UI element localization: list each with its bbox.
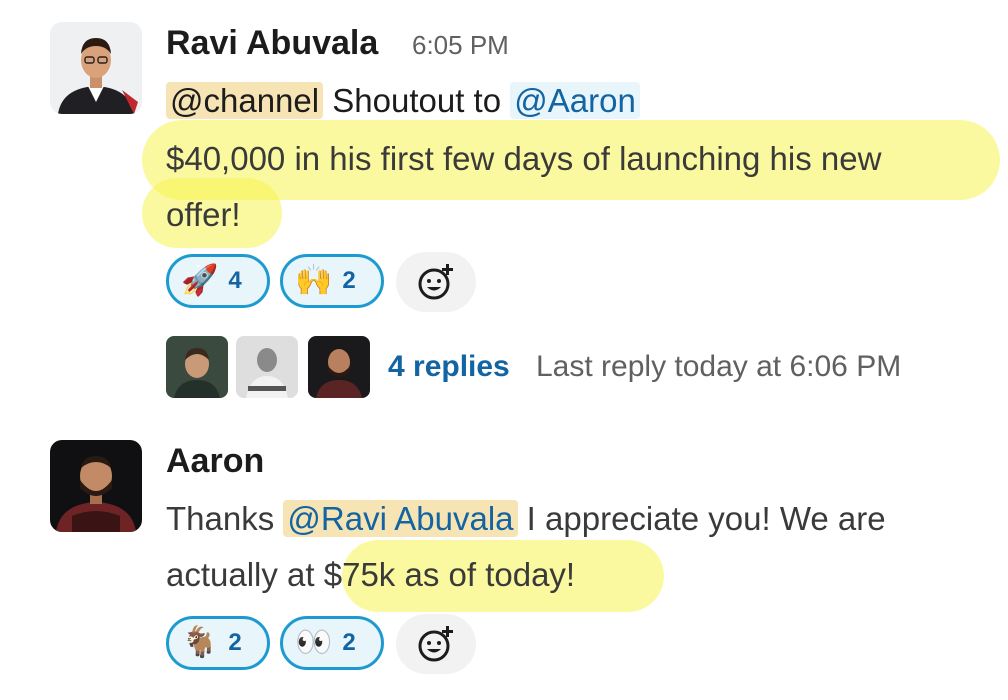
message-line-3: offer! <box>166 196 241 233</box>
author-name[interactable]: Aaron <box>166 442 264 481</box>
goat-emoji: 🐐 <box>181 626 219 659</box>
message-text: Thanks <box>166 500 284 537</box>
message-text: Shoutout to <box>323 82 511 119</box>
add-reaction-button[interactable] <box>396 252 476 312</box>
message-timestamp[interactable]: 6:05 PM <box>412 30 509 61</box>
user-mention[interactable]: @Ravi Abuvala <box>283 500 518 537</box>
reply-avatar[interactable] <box>236 336 298 398</box>
thread-replies-link[interactable]: 4 replies <box>388 350 510 384</box>
message-line-2: actually at $75k as of today! <box>166 556 576 593</box>
reaction-raised-hands[interactable]: 🙌 2 <box>280 254 384 308</box>
avatar[interactable] <box>50 22 142 114</box>
message-line-1: Thanks @Ravi Abuvala I appreciate you! W… <box>166 500 886 537</box>
slack-thread-view: Ravi Abuvala 6:05 PM @channel Shoutout t… <box>0 0 1008 700</box>
rocket-emoji: 🚀 <box>181 264 219 297</box>
reply-avatar-image <box>236 336 298 398</box>
message-line-1: @channel Shoutout to @Aaron <box>166 82 640 119</box>
reply-avatar[interactable] <box>166 336 228 398</box>
reaction-eyes[interactable]: 👀 2 <box>280 616 384 670</box>
reaction-count: 2 <box>228 629 242 656</box>
reaction-rocket[interactable]: 🚀 4 <box>166 254 270 308</box>
message-text: I appreciate you! We are <box>517 500 886 537</box>
message-line-2: $40,000 in his first few days of launchi… <box>166 140 882 177</box>
reply-avatar[interactable] <box>308 336 370 398</box>
add-reaction-button[interactable] <box>396 614 476 674</box>
reply-avatar-image <box>166 336 228 398</box>
channel-mention[interactable]: @channel <box>166 82 324 119</box>
user-mention[interactable]: @Aaron <box>510 82 640 119</box>
avatar-aaron-image <box>50 440 142 532</box>
reaction-goat[interactable]: 🐐 2 <box>166 616 270 670</box>
eyes-emoji: 👀 <box>295 626 333 659</box>
reaction-count: 4 <box>228 267 242 294</box>
add-emoji-icon <box>418 626 453 662</box>
last-reply-timestamp: Last reply today at 6:06 PM <box>536 350 902 383</box>
author-name[interactable]: Ravi Abuvala <box>166 24 378 63</box>
add-emoji-icon <box>418 264 453 300</box>
reaction-count: 2 <box>342 267 356 294</box>
reply-avatar-image <box>308 336 370 398</box>
avatar[interactable] <box>50 440 142 532</box>
raised-hands-emoji: 🙌 <box>295 264 333 297</box>
avatar-ravi-image <box>50 22 142 114</box>
reaction-count: 2 <box>342 629 356 656</box>
